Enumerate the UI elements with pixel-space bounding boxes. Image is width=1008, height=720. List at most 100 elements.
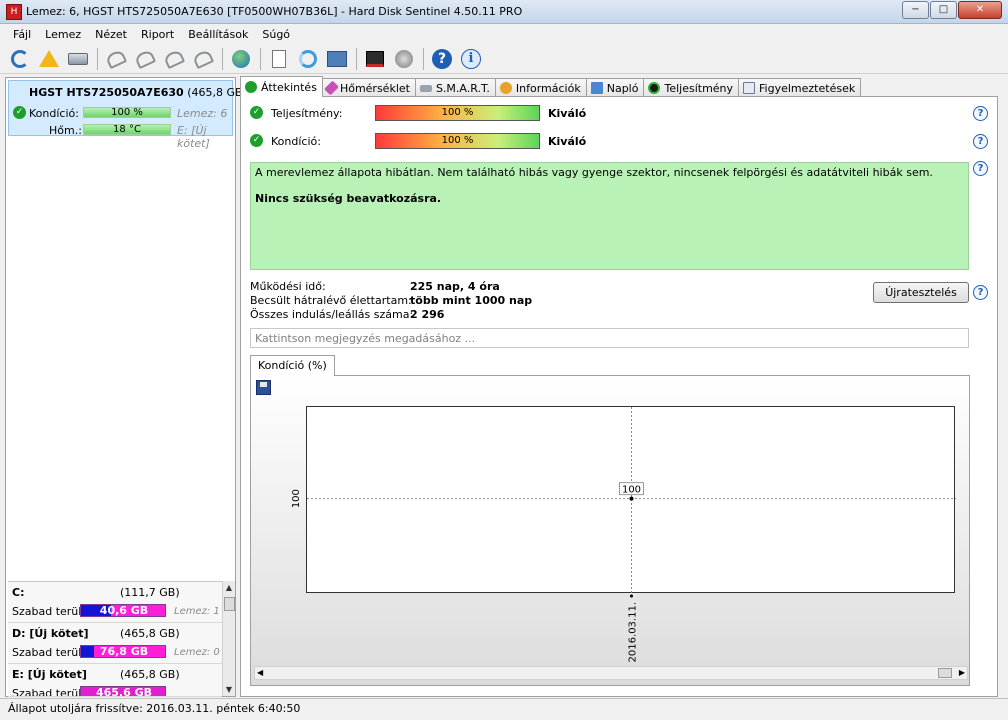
network-button[interactable] <box>325 47 349 71</box>
ok-check-icon: ✓ <box>13 106 26 119</box>
satellite-dish-icon <box>104 48 128 69</box>
scroll-right-arrow-icon[interactable]: ▶ <box>959 667 965 679</box>
document-icon <box>743 82 756 94</box>
volume-tag: E: [Új kötet] <box>177 124 210 150</box>
web-button[interactable] <box>229 47 253 71</box>
about-button[interactable]: i <box>459 47 483 71</box>
test-button-2[interactable] <box>133 47 157 71</box>
volume-name: C: <box>12 586 25 599</box>
performance-label: Teljesítmény: <box>271 107 343 120</box>
volume-size: (465,8 GB) <box>120 627 180 640</box>
menu-view[interactable]: Nézet <box>88 25 134 44</box>
toolbar-separator <box>356 47 357 70</box>
tab-label: Információk <box>515 81 581 95</box>
uptime-value: 225 nap, 4 óra <box>410 280 500 293</box>
uptime-label: Működési idő: <box>250 280 326 293</box>
disk-name-line: HGST HTS725050A7E630 (465,8 GB) <box>29 86 247 99</box>
help-icon[interactable]: ? <box>973 106 988 121</box>
toolbar: ? i <box>0 44 1008 74</box>
satellite-dish-icon <box>191 48 215 69</box>
report-button[interactable] <box>267 47 291 71</box>
satellite-dish-icon <box>133 48 157 69</box>
sync-button[interactable] <box>296 47 320 71</box>
health-bar: 100 % <box>83 107 171 118</box>
volume-item[interactable]: E: [Új kötet] (465,8 GB) Szabad terület … <box>8 664 222 697</box>
y-tick-label: 100 <box>291 489 302 508</box>
startstop-value: 2 296 <box>410 308 445 321</box>
test-button-4[interactable] <box>191 47 215 71</box>
menu-disk[interactable]: Lemez <box>38 25 88 44</box>
help-icon[interactable]: ? <box>973 285 988 300</box>
taskbar-button[interactable] <box>363 47 387 71</box>
log-icon <box>590 82 603 94</box>
help-icon[interactable]: ? <box>973 134 988 149</box>
close-button[interactable]: ✕ <box>958 1 1002 19</box>
data-label: 100 <box>622 485 641 496</box>
test-button-1[interactable] <box>104 47 128 71</box>
globe-icon <box>232 49 250 68</box>
sound-button[interactable] <box>392 47 416 71</box>
toolbar-separator <box>260 47 261 70</box>
app-icon[interactable]: H <box>6 4 22 20</box>
temperature-label: Hőm.: <box>49 124 82 137</box>
disk-button[interactable] <box>66 47 90 71</box>
help-icon: ? <box>432 48 452 69</box>
maximize-button[interactable]: □ <box>930 1 957 19</box>
tab-performance[interactable]: Teljesítmény <box>643 78 740 97</box>
window-controls: − □ ✕ <box>901 1 1002 19</box>
chart-scrollbar[interactable]: ◀ ▶ <box>254 666 968 680</box>
plot-area: 100 2016.03.11. 100 <box>291 406 956 662</box>
disk-name: HGST HTS725050A7E630 <box>29 86 184 99</box>
tab-label: Áttekintés <box>261 80 317 94</box>
scroll-left-arrow-icon[interactable]: ◀ <box>257 667 263 679</box>
note-input[interactable]: Kattintson megjegyzés megadásához ... <box>250 328 969 348</box>
volume-scrollbar[interactable]: ▲ ▼ <box>222 581 235 696</box>
tab-log[interactable]: Napló <box>585 78 645 97</box>
speaker-icon <box>395 49 413 68</box>
scroll-down-arrow-icon[interactable]: ▼ <box>223 683 235 696</box>
minimize-button[interactable]: − <box>902 1 929 19</box>
tab-alerts[interactable]: Figyelmeztetések <box>738 78 862 97</box>
help-button[interactable]: ? <box>430 47 454 71</box>
save-icon[interactable] <box>256 380 271 395</box>
chart-panel: 100 2016.03.11. 100 ◀ ▶ <box>250 375 970 686</box>
disk-index: Lemez: 6 <box>177 107 228 120</box>
alerts-button[interactable] <box>37 47 61 71</box>
test-button-3[interactable] <box>162 47 186 71</box>
tab-information[interactable]: Információk <box>494 78 587 97</box>
scroll-thumb[interactable] <box>224 597 235 611</box>
data-point <box>629 496 634 501</box>
menu-help[interactable]: Súgó <box>255 25 297 44</box>
disk-card[interactable]: HGST HTS725050A7E630 (465,8 GB) ✓ Kondíc… <box>8 80 247 150</box>
tab-bar: Áttekintés Hőmérséklet S.M.A.R.T. Inform… <box>240 76 862 97</box>
volume-name: E: [Új kötet] <box>12 668 87 681</box>
tab-overview[interactable]: Áttekintés <box>240 76 323 97</box>
status-advice: Nincs szükség beavatkozásra. <box>255 192 442 205</box>
warning-icon <box>39 50 59 67</box>
volume-name: D: [Új kötet] <box>12 627 89 640</box>
retest-button[interactable]: Újratesztelés <box>873 282 969 303</box>
disk-panel: HGST HTS725050A7E630 (465,8 GB) ✓ Kondíc… <box>5 77 247 697</box>
info-icon <box>499 82 512 94</box>
free-space-value: 465,6 GB <box>95 686 153 697</box>
volume-item[interactable]: D: [Új kötet] (465,8 GB) Szabad terület … <box>8 623 222 664</box>
volume-item[interactable]: C: (111,7 GB) Szabad terület 40,6 GB Lem… <box>8 582 222 623</box>
tab-smart[interactable]: S.M.A.R.T. <box>414 78 496 97</box>
tab-label: Teljesítmény <box>664 81 734 95</box>
free-space-value: 40,6 GB <box>99 604 149 617</box>
startstop-label: Összes indulás/leállás száma: <box>250 308 414 321</box>
menu-report[interactable]: Riport <box>134 25 181 44</box>
scroll-thumb[interactable] <box>938 668 952 678</box>
refresh-button[interactable] <box>8 47 32 71</box>
volume-size: (111,7 GB) <box>120 586 180 599</box>
status-text: A merevlemez állapota hibátlan. Nem talá… <box>255 166 933 179</box>
tab-temperature[interactable]: Hőmérséklet <box>321 78 416 97</box>
menu-settings[interactable]: Beállítások <box>181 25 255 44</box>
taskbar-icon <box>366 50 384 67</box>
tab-condition-chart[interactable]: Kondíció (%) <box>250 355 335 376</box>
condition-chart: 100 2016.03.11. 100 <box>291 407 956 662</box>
scroll-up-arrow-icon[interactable]: ▲ <box>223 581 235 594</box>
help-icon[interactable]: ? <box>973 161 988 176</box>
menu-file[interactable]: Fájl <box>6 25 38 44</box>
disk-size: (465,8 GB) <box>187 86 247 99</box>
